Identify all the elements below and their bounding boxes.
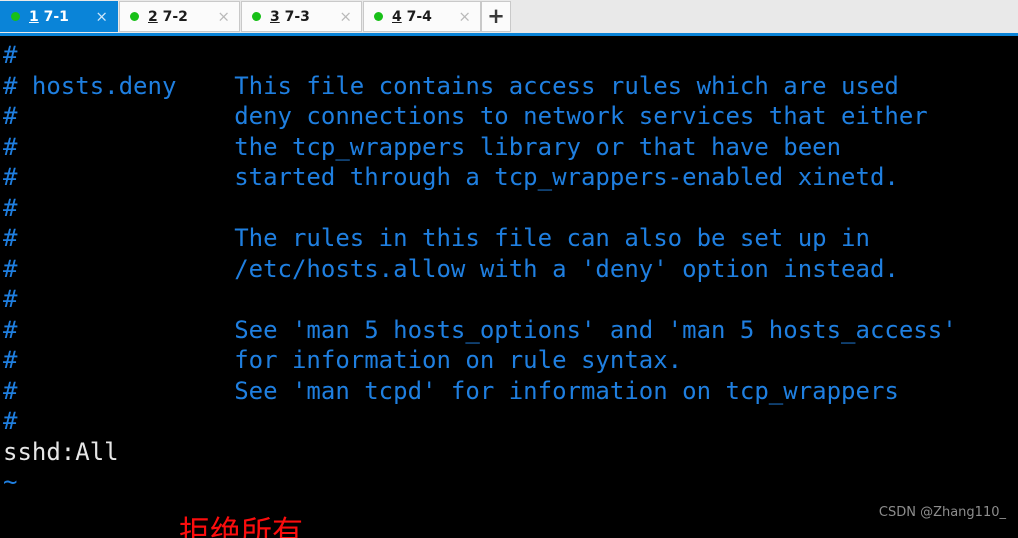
red-annotation-text: 拒绝所有 [179,515,303,538]
close-icon[interactable]: × [95,9,108,24]
tab-label: 1 7-1 [29,9,69,25]
tab-bar: 1 7-1 × 2 7-2 × 3 7-3 × 4 7-4 × + [0,0,1018,36]
tab-label: 4 7-4 [392,9,432,25]
terminal-line-14: sshd:All [3,437,119,466]
tab-7-1[interactable]: 1 7-1 × [0,1,118,32]
terminal-line-2: # hosts.deny This file contains access r… [3,71,899,100]
tab-title: 7-3 [284,8,310,25]
terminal-line-1: # [3,41,18,69]
plus-icon: + [487,4,505,28]
new-tab-button[interactable]: + [481,1,511,32]
terminal-line-15: ~ [3,468,18,496]
close-icon[interactable]: × [339,9,352,24]
tab-title: 7-1 [43,8,69,25]
green-status-dot [11,12,20,21]
terminal-line-9: # [3,285,18,313]
tab-index: 4 [392,8,402,25]
tab-title: 7-4 [406,8,432,25]
green-status-dot [374,12,383,21]
tab-title: 7-2 [162,8,188,25]
tab-index: 2 [148,8,158,25]
terminal-line-11: # for information on rule syntax. [3,346,683,374]
terminal-line-8: # /etc/hosts.allow with a 'deny' option … [3,254,899,283]
terminal-line-7: # The rules in this file can also be set… [3,224,870,252]
tab-7-3[interactable]: 3 7-3 × [241,1,362,32]
terminal-line-12: # See 'man tcpd' for information on tcp_… [3,376,899,405]
tab-label: 3 7-3 [270,9,310,25]
terminal-line-6: # [3,193,18,222]
close-icon[interactable]: × [458,9,471,24]
terminal-line-5: # started through a tcp_wrappers-enabled… [3,163,899,191]
tab-7-2[interactable]: 2 7-2 × [119,1,240,32]
terminal-line-3: # deny connections to network services t… [3,102,928,130]
terminal-line-4: # the tcp_wrappers library or that have … [3,132,842,161]
terminal-pane[interactable]: # # hosts.deny This file contains access … [0,36,1018,538]
tab-index: 3 [270,8,280,25]
green-status-dot [252,12,261,21]
tab-label: 2 7-2 [148,9,188,25]
terminal-line-13: # [3,407,18,435]
editor-text-area[interactable]: # # hosts.deny This file contains access … [3,40,957,498]
tab-7-4[interactable]: 4 7-4 × [363,1,481,32]
close-icon[interactable]: × [217,9,230,24]
green-status-dot [130,12,139,21]
terminal-line-10: # See 'man 5 hosts_options' and 'man 5 h… [3,315,957,344]
watermark-text: CSDN @Zhang110_ [878,505,1006,520]
tab-index: 1 [29,8,39,25]
